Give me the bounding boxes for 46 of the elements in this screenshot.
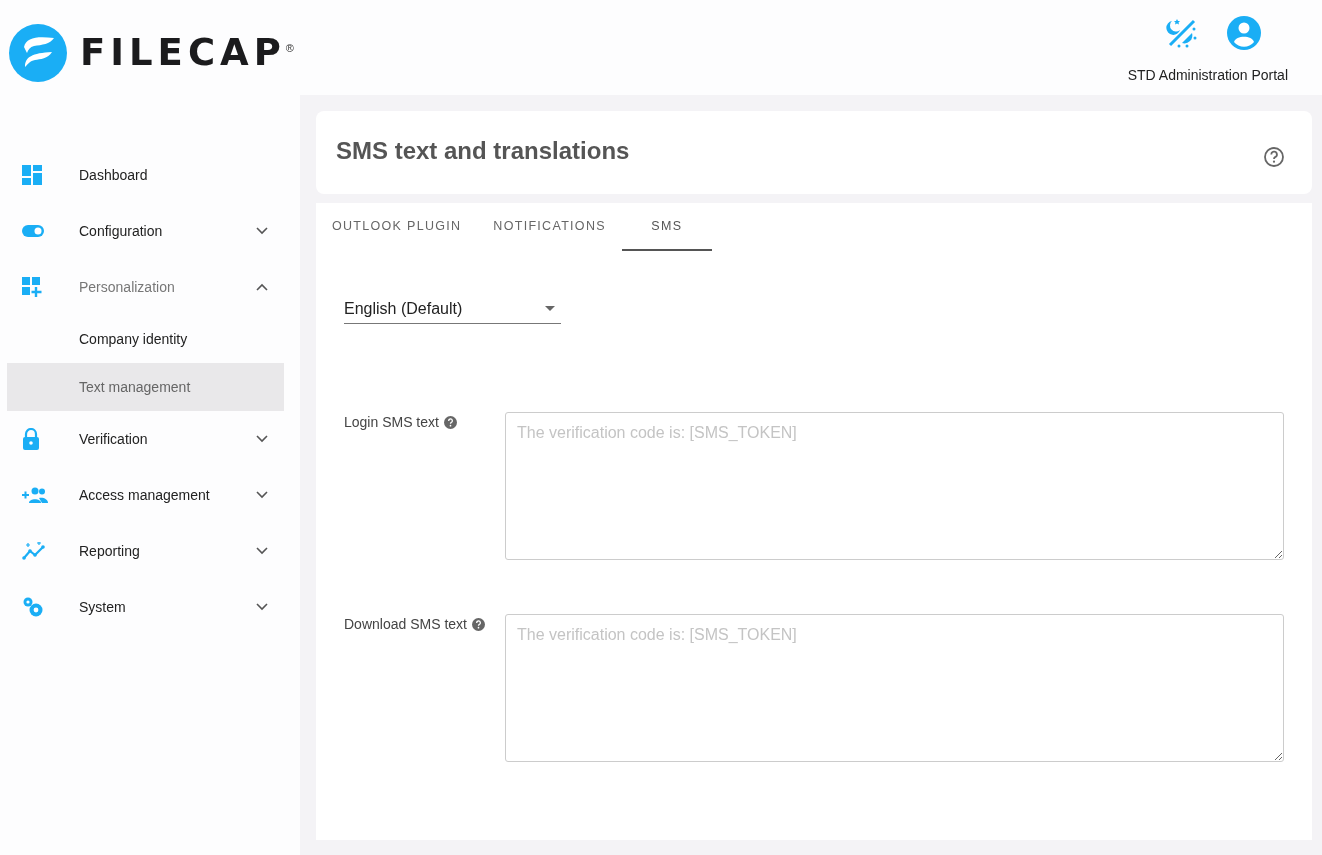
nav-item[interactable]: System — [0, 579, 300, 635]
nav-item[interactable]: Configuration — [0, 203, 300, 259]
tab[interactable]: SMS — [621, 203, 712, 251]
nav-subitem[interactable]: Text management — [7, 363, 284, 411]
tab[interactable]: OUTLOOK PLUGIN — [316, 203, 478, 251]
registered-mark: ® — [285, 42, 294, 54]
nav-subitem[interactable]: Company identity — [7, 315, 284, 363]
chevron-down-icon — [256, 547, 268, 555]
portal-name: STD Administration Portal — [1127, 67, 1288, 83]
gears-icon — [22, 596, 44, 618]
add-widget-icon — [22, 277, 42, 297]
tab[interactable]: NOTIFICATIONS — [477, 203, 622, 251]
chevron-down-icon — [256, 603, 268, 611]
sms-text-area[interactable]: The verification code is: [SMS_TOKEN] — [505, 614, 1284, 762]
nav-item[interactable]: Verification — [0, 411, 300, 467]
toggle-icon — [22, 225, 44, 237]
help-icon[interactable] — [471, 617, 485, 631]
logo-wordmark: FILECAP — [80, 31, 286, 74]
trend-chart-icon — [22, 542, 46, 560]
nav-label: Configuration — [79, 223, 164, 239]
sms-text-area[interactable]: The verification code is: [SMS_TOKEN] — [505, 412, 1284, 560]
lock-icon — [22, 428, 40, 450]
logo-icon — [8, 22, 68, 83]
nav-label: Dashboard — [79, 167, 149, 183]
chevron-down-icon — [256, 435, 268, 443]
help-icon[interactable] — [443, 415, 457, 429]
nav-label: Personalization — [79, 279, 176, 295]
help-icon[interactable] — [1263, 145, 1285, 168]
nav-item[interactable]: Personalization — [0, 259, 300, 315]
dropdown-arrow-icon — [545, 306, 555, 311]
chevron-down-icon — [256, 227, 268, 235]
nav-item[interactable]: Reporting — [0, 523, 300, 579]
nav-item[interactable]: Access management — [0, 467, 300, 523]
nav-label: Access management — [79, 487, 211, 503]
nav-label: Reporting — [79, 543, 141, 559]
language-select[interactable]: English (Default) — [344, 294, 561, 324]
nav-item[interactable]: Dashboard — [0, 147, 300, 203]
dashboard-icon — [22, 165, 42, 185]
chevron-up-icon — [256, 283, 268, 291]
chevron-down-icon — [256, 491, 268, 499]
field-label: Download SMS text — [344, 616, 467, 632]
nav-label: System — [79, 599, 127, 615]
page-title: SMS text and translations — [336, 136, 630, 165]
add-people-icon — [22, 487, 48, 503]
field-label: Login SMS text — [344, 414, 439, 430]
nav-label: Verification — [79, 431, 149, 447]
